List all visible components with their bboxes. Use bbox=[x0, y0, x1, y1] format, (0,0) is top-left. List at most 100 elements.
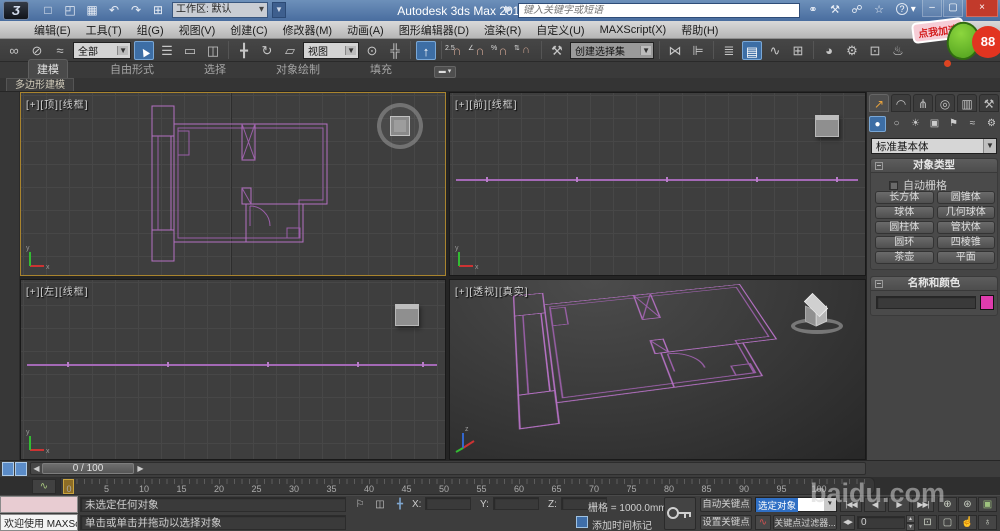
motion-tab-icon[interactable]: ◎ bbox=[935, 94, 955, 112]
select-and-link-icon[interactable]: ∞ bbox=[4, 41, 24, 60]
menu-item[interactable]: MAXScript(X) bbox=[600, 24, 667, 36]
primitive-category-dropdown[interactable]: 标准基本体 ▼ bbox=[871, 138, 997, 154]
previous-frame-button[interactable]: ◀| bbox=[864, 497, 886, 512]
window-crossing-icon[interactable]: ◫ bbox=[203, 41, 223, 60]
open-file-icon[interactable]: ◰ bbox=[62, 2, 78, 18]
orbit-icon[interactable]: ♁ bbox=[978, 515, 997, 530]
viewcube[interactable] bbox=[815, 115, 839, 137]
helpers-category-icon[interactable]: ⚑ bbox=[945, 116, 962, 132]
mini-curve-editor-button[interactable]: ∿ bbox=[32, 479, 56, 494]
menu-item[interactable]: 动画(A) bbox=[347, 22, 384, 38]
favorites-star-icon[interactable]: ☆ bbox=[870, 2, 888, 18]
selection-region-icon[interactable]: ▭ bbox=[180, 41, 200, 60]
primitive-button[interactable]: 平面 bbox=[936, 251, 995, 264]
ribbon-tab[interactable]: 建模 bbox=[28, 59, 68, 78]
snap-toggle-25-icon[interactable]: 2.5 ∩ bbox=[445, 41, 467, 60]
cameras-category-icon[interactable]: ▣ bbox=[926, 116, 943, 132]
undo-icon[interactable]: ↶ bbox=[106, 2, 122, 18]
new-scene-icon[interactable]: □ bbox=[40, 2, 56, 18]
ribbon-tab[interactable]: 选择 bbox=[196, 60, 234, 78]
geometry-category-icon[interactable]: ● bbox=[869, 116, 886, 132]
primitive-button[interactable]: 茶壶 bbox=[875, 251, 934, 264]
systems-category-icon[interactable]: ⚙ bbox=[983, 116, 1000, 132]
modify-tab-icon[interactable]: ◠ bbox=[891, 94, 911, 112]
mirror-icon[interactable]: ⋈ bbox=[665, 41, 685, 60]
autogrid-checkbox[interactable] bbox=[889, 180, 898, 190]
ribbon-tab[interactable]: 填充 bbox=[362, 60, 400, 78]
select-object-button[interactable]: ▲ bbox=[134, 40, 154, 61]
ribbon-tab[interactable]: 自由形式 bbox=[102, 60, 162, 78]
viewport-perspective-label[interactable]: [+][透视][真实] bbox=[455, 283, 529, 298]
named-selection-sets-dropdown[interactable]: 创建选择集 ▼ bbox=[570, 41, 654, 59]
app-logo-icon[interactable]: Ӡ bbox=[3, 1, 29, 20]
polygon-modeling-tab[interactable]: 多边形建模 bbox=[6, 78, 74, 91]
time-slider-track[interactable]: ◀ 0 / 100 ▶ bbox=[30, 462, 866, 475]
render-setup-icon[interactable]: ⚙ bbox=[842, 41, 862, 60]
primitive-button[interactable]: 圆柱体 bbox=[875, 221, 934, 234]
go-to-end-button[interactable]: ▶▶| bbox=[912, 497, 934, 512]
selection-filter-dropdown[interactable]: 全部 ▼ bbox=[73, 41, 131, 59]
curve-editor-icon[interactable]: ∿ bbox=[765, 41, 785, 60]
menu-item[interactable]: 渲染(R) bbox=[484, 22, 521, 38]
selection-lock-icon[interactable]: ◫ bbox=[372, 498, 388, 512]
select-and-scale-icon[interactable]: ▱ bbox=[280, 41, 300, 60]
menu-item[interactable]: 自定义(U) bbox=[536, 22, 584, 38]
keyboard-shortcut-override-icon[interactable]: ↑ bbox=[416, 40, 436, 60]
menu-item[interactable]: 视图(V) bbox=[179, 22, 216, 38]
toggle-ribbon-icon[interactable]: ▤ bbox=[742, 40, 762, 60]
menu-item[interactable]: 修改器(M) bbox=[283, 22, 333, 38]
play-animation-button[interactable]: ▶ bbox=[888, 497, 910, 512]
select-and-rotate-icon[interactable]: ↻ bbox=[257, 41, 277, 60]
shapes-category-icon[interactable]: ○ bbox=[888, 116, 905, 132]
save-file-icon[interactable]: ▦ bbox=[84, 2, 100, 18]
project-folder-icon[interactable]: ⊞ bbox=[150, 2, 166, 18]
search-input[interactable] bbox=[518, 3, 800, 18]
close-button[interactable]: × bbox=[966, 0, 998, 17]
primitive-button[interactable]: 球体 bbox=[875, 206, 934, 219]
menu-item[interactable]: 帮助(H) bbox=[681, 22, 718, 38]
hierarchy-tab-icon[interactable]: ⋔ bbox=[913, 94, 933, 112]
primitive-button[interactable]: 圆锥体 bbox=[936, 191, 995, 204]
pan-hand-icon[interactable]: ☝ bbox=[958, 515, 977, 530]
primitive-button[interactable]: 圆环 bbox=[875, 236, 934, 249]
frame-spinner[interactable]: ▲ ▼ bbox=[906, 515, 915, 531]
communication-center-icon[interactable]: ⚭ bbox=[804, 2, 822, 18]
reference-coordinate-dropdown[interactable]: 视图 ▼ bbox=[303, 41, 359, 59]
spinner-snap-icon[interactable]: ⇅ ∩ bbox=[514, 41, 536, 60]
viewcube[interactable] bbox=[789, 292, 849, 342]
primitive-button[interactable]: 四棱锥 bbox=[936, 236, 995, 249]
minimize-button[interactable]: – bbox=[922, 0, 942, 17]
primitive-button[interactable]: 管状体 bbox=[936, 221, 995, 234]
promo-counter-badge[interactable]: 88 bbox=[972, 26, 1000, 58]
key-filters-button[interactable]: 关键点过滤器... bbox=[773, 515, 837, 530]
unlink-selection-icon[interactable]: ⊘ bbox=[27, 41, 47, 60]
spacewarps-category-icon[interactable]: ≈ bbox=[964, 116, 981, 132]
object-name-field[interactable] bbox=[876, 296, 976, 309]
viewcube[interactable] bbox=[377, 103, 423, 149]
time-slider-handle[interactable]: 0 / 100 bbox=[42, 463, 134, 474]
current-frame-field[interactable]: 0 bbox=[857, 516, 905, 529]
zoom-all-icon[interactable]: ⊛ bbox=[958, 497, 977, 512]
default-tangent-icon[interactable]: ∿ bbox=[755, 515, 771, 530]
maxscript-listener[interactable]: 欢迎使用 MAXScr bbox=[0, 514, 78, 531]
select-and-move-icon[interactable]: ╋ bbox=[234, 41, 254, 60]
use-pivot-center-icon[interactable]: ⊙ bbox=[362, 41, 382, 60]
zoom-icon[interactable]: ⊕ bbox=[938, 497, 957, 512]
search-flyout-icon[interactable]: ▶ bbox=[505, 4, 513, 15]
auto-key-button[interactable]: 自动关键点 bbox=[700, 497, 752, 512]
angle-snap-icon[interactable]: ∠ ∩ bbox=[468, 41, 490, 60]
rendered-frame-window-icon[interactable]: ⊡ bbox=[865, 41, 885, 60]
viewport-left[interactable]: [+][左][线框] x y bbox=[20, 279, 446, 460]
name-color-rollout-header[interactable]: – 名称和颜色 bbox=[871, 277, 997, 291]
field-of-view-icon[interactable]: ▢ bbox=[938, 515, 957, 530]
settings-wrench-icon[interactable]: ⚒ bbox=[826, 2, 844, 18]
track-bar-ruler[interactable]: 0 5 10 15 20 25 30 35 40 45 50 55 60 65 70 75 80 85 90 95 10… bbox=[60, 477, 875, 495]
primitive-button[interactable]: 长方体 bbox=[875, 191, 934, 204]
time-slider-prev-button[interactable]: ◀ bbox=[31, 463, 42, 474]
ribbon-minimize-icon[interactable]: ▬ ▾ bbox=[434, 66, 456, 78]
object-color-swatch[interactable] bbox=[980, 295, 994, 310]
isolate-selection-icon[interactable]: ⚐ bbox=[352, 498, 368, 512]
select-by-name-icon[interactable]: ☰ bbox=[157, 41, 177, 60]
viewport-front[interactable]: [+][前][线框] x y bbox=[449, 92, 866, 276]
display-tab-icon[interactable]: ▥ bbox=[957, 94, 977, 112]
